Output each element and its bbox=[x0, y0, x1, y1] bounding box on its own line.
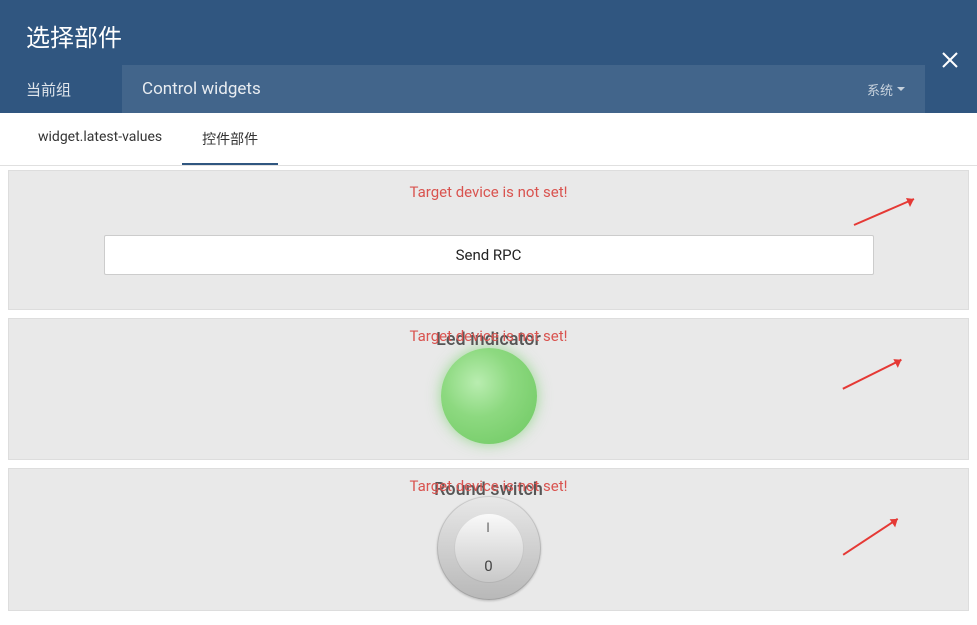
title-bar: 选择部件 bbox=[0, 0, 977, 65]
group-label: 当前组 bbox=[26, 65, 122, 113]
widget-bundle-select[interactable]: Control widgets 系统 bbox=[122, 65, 925, 113]
error-text: Target device is not set! bbox=[409, 475, 567, 503]
round-switch-icon: I 0 bbox=[437, 496, 541, 600]
annotation-arrow-icon bbox=[841, 355, 912, 389]
send-rpc-button[interactable]: Send RPC bbox=[104, 235, 874, 275]
widget-card-led-indicator[interactable]: Target device is not set! Led indicator bbox=[8, 318, 969, 460]
close-button[interactable] bbox=[935, 48, 965, 77]
error-text: Target device is not set! bbox=[409, 181, 567, 209]
close-icon bbox=[941, 50, 959, 75]
dialog-title: 选择部件 bbox=[26, 18, 122, 53]
group-row: 当前组 Control widgets 系统 bbox=[0, 65, 977, 113]
tabs: widget.latest-values 控件部件 bbox=[0, 113, 977, 166]
tab-latest-values[interactable]: widget.latest-values bbox=[18, 113, 182, 165]
bundle-name: Control widgets bbox=[142, 79, 261, 99]
widget-card-round-switch[interactable]: Target device is not set! Round switch I… bbox=[8, 468, 969, 611]
tab-control-widgets[interactable]: 控件部件 bbox=[182, 113, 278, 165]
switch-knob: I 0 bbox=[454, 513, 524, 583]
annotation-arrow-icon bbox=[854, 195, 924, 225]
widget-list: Target device is not set! Send RPC Targe… bbox=[0, 166, 977, 623]
error-text: Target device is not set! bbox=[409, 325, 567, 353]
chevron-down-icon bbox=[897, 87, 905, 91]
system-label: 系统 bbox=[867, 80, 905, 99]
led-icon bbox=[441, 348, 537, 444]
switch-mark-off: 0 bbox=[484, 557, 492, 575]
widget-card-send-rpc[interactable]: Target device is not set! Send RPC bbox=[8, 170, 969, 310]
switch-mark-on: I bbox=[486, 521, 491, 536]
annotation-arrow-icon bbox=[838, 513, 912, 555]
dialog-header: 选择部件 当前组 Control widgets 系统 bbox=[0, 0, 977, 113]
